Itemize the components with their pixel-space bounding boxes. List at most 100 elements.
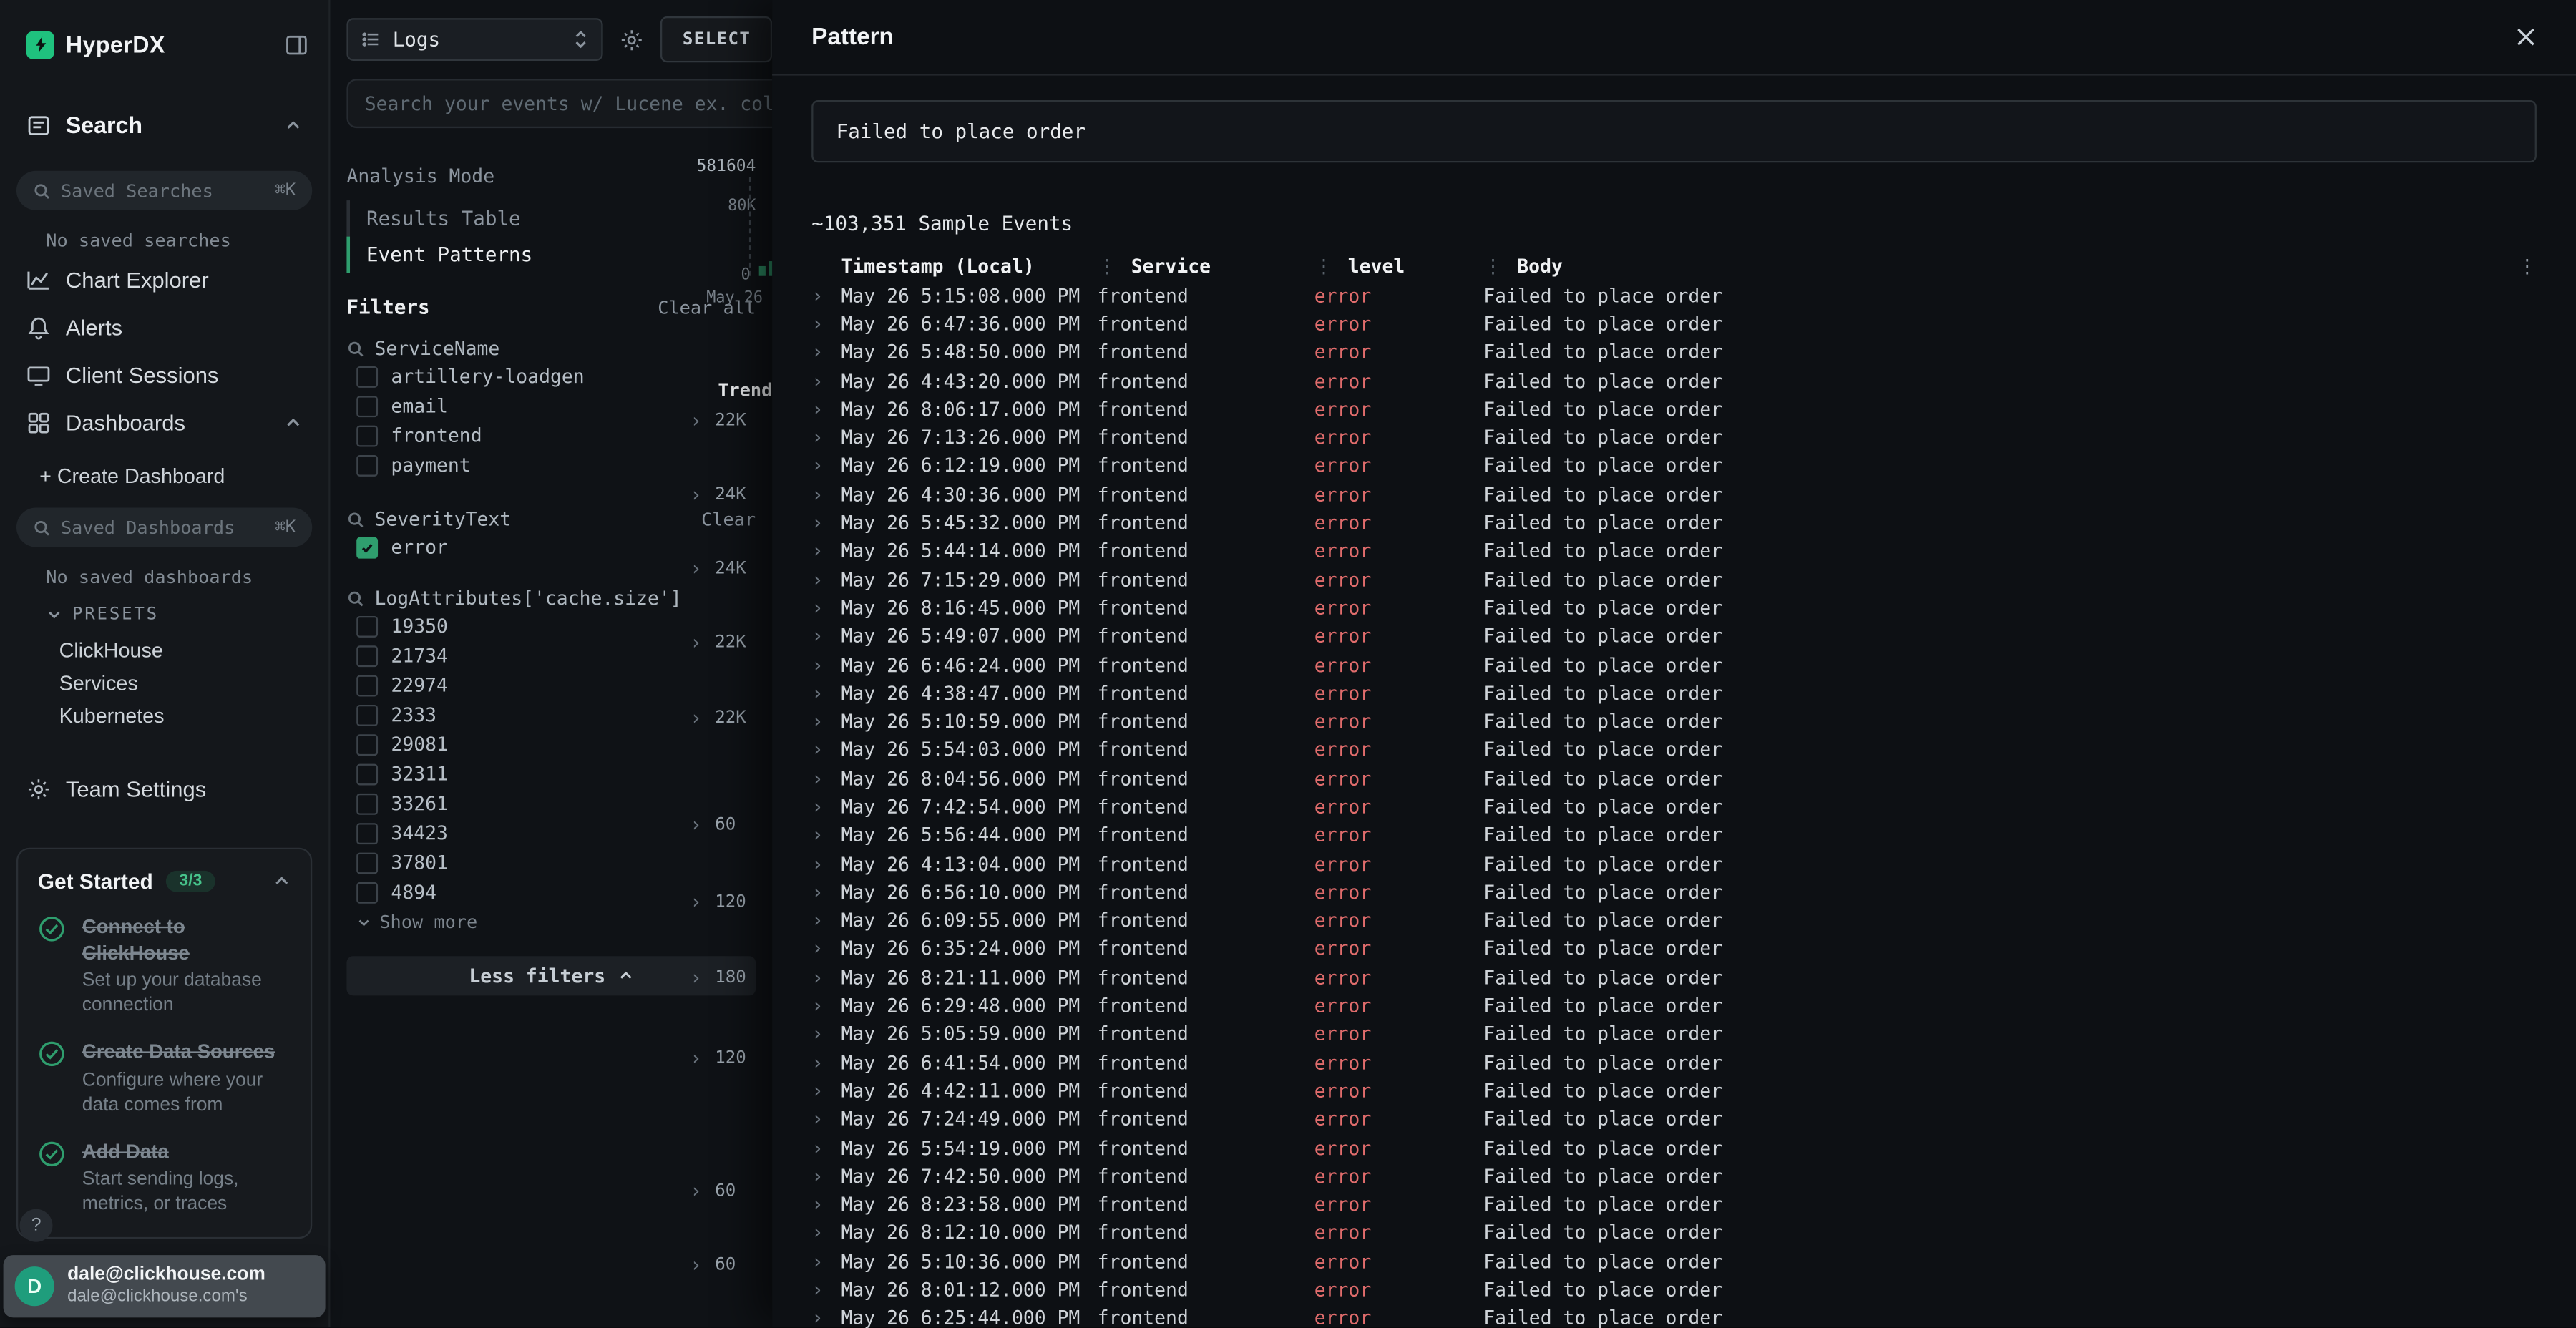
pattern-trend-row[interactable]: ›180 (690, 966, 746, 989)
presets-toggle[interactable]: PRESETS (46, 605, 328, 625)
get-started-item[interactable]: Create Data Sources Configure where your… (38, 1040, 291, 1118)
filter-search-icon[interactable] (346, 339, 364, 357)
sidebar-item-alerts[interactable]: Alerts (26, 307, 303, 346)
event-row[interactable]: ›May 26 8:16:45.000 PMfrontenderrorFaile… (772, 593, 2576, 622)
event-row[interactable]: ›May 26 5:54:03.000 PMfrontenderrorFaile… (772, 736, 2576, 764)
event-row[interactable]: ›May 26 5:45:32.000 PMfrontenderrorFaile… (772, 508, 2576, 537)
user-account-chip[interactable]: D dale@clickhouse.com dale@clickhouse.co… (4, 1254, 326, 1317)
expand-row-icon[interactable]: › (811, 1022, 841, 1045)
event-row[interactable]: ›May 26 5:05:59.000 PMfrontenderrorFaile… (772, 1020, 2576, 1048)
event-row[interactable]: ›May 26 8:06:17.000 PMfrontenderrorFaile… (772, 394, 2576, 423)
expand-row-icon[interactable]: › (811, 710, 841, 733)
pattern-trend-row[interactable]: ›60 (690, 1179, 736, 1202)
expand-row-icon[interactable]: › (811, 795, 841, 818)
column-header[interactable]: Timestamp (Local) (841, 255, 1035, 278)
chevron-up-icon[interactable] (284, 413, 302, 431)
expand-row-icon[interactable]: › (811, 1307, 841, 1328)
help-button[interactable]: ? (20, 1209, 53, 1242)
expand-row-icon[interactable]: › (811, 1164, 841, 1187)
checkbox[interactable] (356, 645, 378, 666)
checkbox[interactable] (356, 851, 378, 873)
expand-row-icon[interactable]: › (811, 681, 841, 704)
expand-row-icon[interactable]: › (811, 511, 841, 534)
pattern-trend-row[interactable]: ›120 (690, 890, 746, 913)
event-row[interactable]: ›May 26 5:15:08.000 PMfrontenderrorFaile… (772, 281, 2576, 310)
expand-row-icon[interactable]: › (811, 994, 841, 1017)
checkbox[interactable] (356, 424, 378, 446)
column-header[interactable]: Body (1517, 255, 1563, 278)
expand-row-icon[interactable]: › (811, 341, 841, 363)
event-row[interactable]: ›May 26 8:23:58.000 PMfrontenderrorFaile… (772, 1190, 2576, 1219)
checkbox[interactable] (356, 674, 378, 695)
checkbox[interactable] (356, 454, 378, 476)
saved-searches-input[interactable]: Saved Searches ⌘K (16, 171, 312, 210)
search-section[interactable]: Search (26, 109, 303, 142)
expand-row-icon[interactable]: › (811, 283, 841, 306)
pattern-trend-row[interactable]: ›60 (690, 1254, 736, 1276)
expand-pattern-icon[interactable]: › (690, 1179, 702, 1202)
expand-row-icon[interactable]: › (811, 540, 841, 562)
expand-row-icon[interactable]: › (811, 1051, 841, 1074)
checkbox[interactable] (356, 763, 378, 784)
checkbox[interactable] (356, 395, 378, 416)
event-row[interactable]: ›May 26 6:29:48.000 PMfrontenderrorFaile… (772, 991, 2576, 1020)
event-row[interactable]: ›May 26 6:46:24.000 PMfrontenderrorFaile… (772, 650, 2576, 679)
event-row[interactable]: ›May 26 6:35:24.000 PMfrontenderrorFaile… (772, 934, 2576, 963)
collapse-sidebar-icon[interactable] (284, 32, 308, 57)
event-row[interactable]: ›May 26 6:47:36.000 PMfrontenderrorFaile… (772, 309, 2576, 338)
chevron-up-icon[interactable] (284, 116, 302, 134)
expand-row-icon[interactable]: › (811, 738, 841, 761)
expand-row-icon[interactable]: › (811, 937, 841, 960)
saved-dashboards-input[interactable]: Saved Dashboards ⌘K (16, 507, 312, 547)
expand-row-icon[interactable]: › (811, 1108, 841, 1131)
pattern-trend-row[interactable]: ›22K (690, 706, 746, 729)
event-row[interactable]: ›May 26 5:49:07.000 PMfrontenderrorFaile… (772, 622, 2576, 650)
expand-row-icon[interactable]: › (811, 1221, 841, 1244)
event-row[interactable]: ›May 26 5:10:36.000 PMfrontenderrorFaile… (772, 1247, 2576, 1276)
pattern-trend-row[interactable]: ›22K (690, 631, 746, 654)
expand-row-icon[interactable]: › (811, 653, 841, 676)
checkbox[interactable] (356, 704, 378, 726)
expand-row-icon[interactable]: › (811, 454, 841, 477)
event-row[interactable]: ›May 26 7:15:29.000 PMfrontenderrorFaile… (772, 565, 2576, 594)
expand-row-icon[interactable]: › (811, 909, 841, 932)
event-row[interactable]: ›May 26 8:12:10.000 PMfrontenderrorFaile… (772, 1219, 2576, 1247)
expand-pattern-icon[interactable]: › (690, 409, 702, 432)
get-started-item[interactable]: Add Data Start sending logs, metrics, or… (38, 1139, 291, 1217)
sidebar-item-dashboards[interactable]: Dashboards (26, 403, 303, 442)
pattern-trend-row[interactable]: ›120 (690, 1047, 746, 1070)
event-row[interactable]: ›May 26 6:56:10.000 PMfrontenderrorFaile… (772, 878, 2576, 907)
event-row[interactable]: ›May 26 5:44:14.000 PMfrontenderrorFaile… (772, 537, 2576, 565)
expand-row-icon[interactable]: › (811, 482, 841, 505)
checkbox[interactable] (356, 882, 378, 903)
event-row[interactable]: ›May 26 5:48:50.000 PMfrontenderrorFaile… (772, 338, 2576, 366)
source-select[interactable]: Logs (346, 18, 603, 61)
expand-pattern-icon[interactable]: › (690, 1254, 702, 1276)
event-row[interactable]: ›May 26 7:42:50.000 PMfrontenderrorFaile… (772, 1162, 2576, 1191)
event-row[interactable]: ›May 26 4:42:11.000 PMfrontenderrorFaile… (772, 1077, 2576, 1105)
checkbox[interactable] (356, 615, 378, 637)
filter-search-icon[interactable] (346, 510, 364, 528)
pattern-trend-row[interactable]: ›24K (690, 483, 746, 506)
column-separator-icon[interactable]: ⋮ (1098, 255, 1116, 278)
expand-row-icon[interactable]: › (811, 369, 841, 392)
event-row[interactable]: ›May 26 6:25:44.000 PMfrontenderrorFaile… (772, 1304, 2576, 1328)
column-separator-icon[interactable]: ⋮ (1483, 255, 1502, 278)
expand-row-icon[interactable]: › (811, 567, 841, 590)
event-row[interactable]: ›May 26 6:12:19.000 PMfrontenderrorFaile… (772, 451, 2576, 480)
expand-pattern-icon[interactable]: › (690, 706, 702, 729)
expand-row-icon[interactable]: › (811, 1193, 841, 1216)
expand-row-icon[interactable]: › (811, 766, 841, 789)
column-separator-icon[interactable]: ⋮ (1314, 255, 1333, 278)
expand-pattern-icon[interactable]: › (690, 966, 702, 989)
close-icon[interactable] (2515, 26, 2537, 48)
preset-services[interactable]: Services (59, 667, 329, 700)
expand-row-icon[interactable]: › (811, 880, 841, 903)
sidebar-item-team-settings[interactable]: Team Settings (26, 768, 303, 808)
expand-row-icon[interactable]: › (811, 965, 841, 988)
expand-row-icon[interactable]: › (811, 1079, 841, 1102)
event-row[interactable]: ›May 26 5:10:59.000 PMfrontenderrorFaile… (772, 707, 2576, 736)
event-row[interactable]: ›May 26 8:01:12.000 PMfrontenderrorFaile… (772, 1276, 2576, 1304)
expand-row-icon[interactable]: › (811, 312, 841, 335)
expand-pattern-icon[interactable]: › (690, 1047, 702, 1070)
